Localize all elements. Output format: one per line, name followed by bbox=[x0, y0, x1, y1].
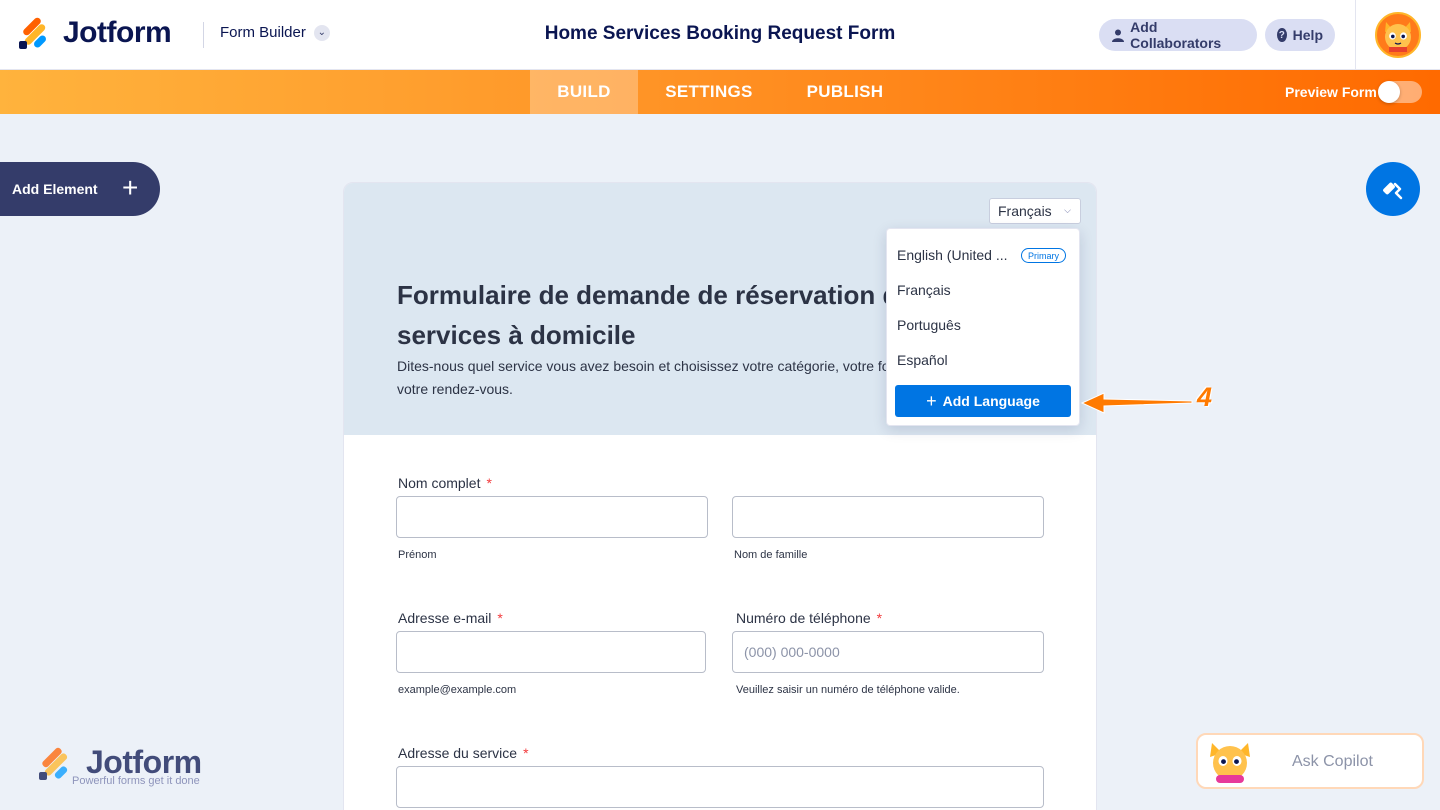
email-label-text: Adresse e-mail bbox=[398, 610, 492, 626]
email-label: Adresse e-mail * bbox=[398, 610, 503, 626]
form-description[interactable]: Dites-nous quel service vous avez besoin… bbox=[397, 355, 941, 401]
required-mark: * bbox=[486, 475, 492, 491]
language-dropdown: English (United ... Primary Français Por… bbox=[886, 228, 1080, 426]
jotform-watermark-icon bbox=[39, 747, 68, 780]
ask-copilot-button[interactable]: Ask Copilot bbox=[1196, 733, 1424, 789]
form-heading[interactable]: Formulaire de demande de réservation de … bbox=[397, 275, 917, 355]
jotform-logo[interactable]: Jotform bbox=[19, 16, 172, 50]
first-name-input[interactable] bbox=[396, 496, 708, 538]
add-language-label: Add Language bbox=[942, 393, 1040, 409]
ask-copilot-label: Ask Copilot bbox=[1292, 753, 1373, 770]
last-name-sublabel: Nom de famille bbox=[734, 549, 808, 561]
watermark-tagline: Powerful forms get it done bbox=[72, 775, 200, 787]
add-element-button[interactable]: Add Element + bbox=[0, 162, 160, 216]
form-heading-line-1: Formulaire de demande de réservation de bbox=[397, 280, 913, 310]
form-builder-label: Form Builder bbox=[220, 24, 306, 41]
full-name-label-text: Nom complet bbox=[398, 475, 481, 491]
toggle-knob bbox=[1378, 81, 1400, 103]
header-divider-right bbox=[1355, 0, 1356, 70]
required-mark: * bbox=[523, 745, 529, 761]
annotation-arrow-icon bbox=[1080, 392, 1193, 414]
annotation-step-number: 4 bbox=[1197, 382, 1213, 412]
form-heading-line-2: services à domicile bbox=[397, 320, 636, 350]
primary-badge: Primary bbox=[1021, 248, 1066, 263]
add-element-label: Add Element bbox=[12, 181, 98, 197]
service-address-input[interactable] bbox=[396, 766, 1044, 808]
full-name-label: Nom complet * bbox=[398, 475, 492, 491]
paint-roller-icon bbox=[1383, 182, 1403, 200]
phone-field[interactable]: (000) 000-0000 bbox=[732, 631, 1044, 673]
help-label: Help bbox=[1292, 27, 1323, 43]
logo-text: Jotform bbox=[63, 16, 172, 49]
builder-nav: BUILD SETTINGS PUBLISH Preview Form bbox=[0, 70, 1440, 114]
email-sublabel: example@example.com bbox=[398, 684, 517, 696]
language-selected: Français bbox=[998, 203, 1052, 219]
add-language-button[interactable]: + Add Language bbox=[895, 385, 1071, 417]
add-collaborators-button[interactable]: Add Collaborators bbox=[1099, 19, 1257, 51]
tab-publish[interactable]: PUBLISH bbox=[790, 70, 900, 114]
jotform-logo-icon bbox=[19, 16, 49, 49]
language-select[interactable]: Français ⌵ bbox=[989, 198, 1081, 224]
preview-form-label: Preview Form bbox=[1285, 84, 1377, 100]
language-option-english[interactable]: English (United ... bbox=[897, 247, 1008, 263]
phone-label: Numéro de téléphone * bbox=[736, 610, 882, 626]
chevron-down-icon: ⌄ bbox=[313, 24, 330, 41]
language-option-francais[interactable]: Français bbox=[897, 282, 951, 298]
user-avatar[interactable] bbox=[1375, 12, 1421, 58]
header-divider bbox=[203, 22, 204, 48]
form-builder-menu[interactable]: Form Builder ⌄ bbox=[220, 24, 330, 41]
first-name-sublabel: Prénom bbox=[398, 549, 437, 561]
form-description-line-2: votre rendez-vous. bbox=[397, 381, 513, 397]
tab-build[interactable]: BUILD bbox=[530, 70, 638, 114]
cat-avatar-icon bbox=[1385, 22, 1411, 52]
help-button[interactable]: ? Help bbox=[1265, 19, 1335, 51]
form-description-line-1: Dites-nous quel service vous avez besoin… bbox=[397, 358, 941, 374]
last-name-input[interactable] bbox=[732, 496, 1044, 538]
service-address-label: Adresse du service * bbox=[398, 745, 529, 761]
email-field[interactable] bbox=[396, 631, 706, 673]
phone-label-text: Numéro de téléphone bbox=[736, 610, 871, 626]
preview-form-toggle[interactable] bbox=[1378, 81, 1422, 103]
form-designer-button[interactable] bbox=[1366, 162, 1420, 216]
user-icon bbox=[1111, 28, 1124, 42]
plus-icon: + bbox=[926, 391, 937, 411]
copilot-cat-icon bbox=[1210, 743, 1250, 783]
tab-settings[interactable]: SETTINGS bbox=[648, 70, 770, 114]
language-option-portugues[interactable]: Português bbox=[897, 317, 961, 333]
required-mark: * bbox=[876, 610, 883, 626]
phone-placeholder: (000) 000-0000 bbox=[744, 644, 840, 660]
form-title[interactable]: Home Services Booking Request Form bbox=[545, 23, 896, 44]
language-option-espanol[interactable]: Español bbox=[897, 352, 948, 368]
add-collaborators-label: Add Collaborators bbox=[1130, 19, 1222, 51]
question-icon: ? bbox=[1277, 28, 1287, 42]
plus-icon: + bbox=[122, 172, 139, 203]
phone-sublabel: Veuillez saisir un numéro de téléphone v… bbox=[736, 684, 960, 696]
required-mark: * bbox=[497, 610, 503, 626]
top-bar: Jotform Form Builder ⌄ Home Services Boo… bbox=[0, 0, 1440, 70]
chevron-down-icon: ⌵ bbox=[1064, 205, 1071, 215]
service-address-label-text: Adresse du service bbox=[398, 745, 518, 761]
